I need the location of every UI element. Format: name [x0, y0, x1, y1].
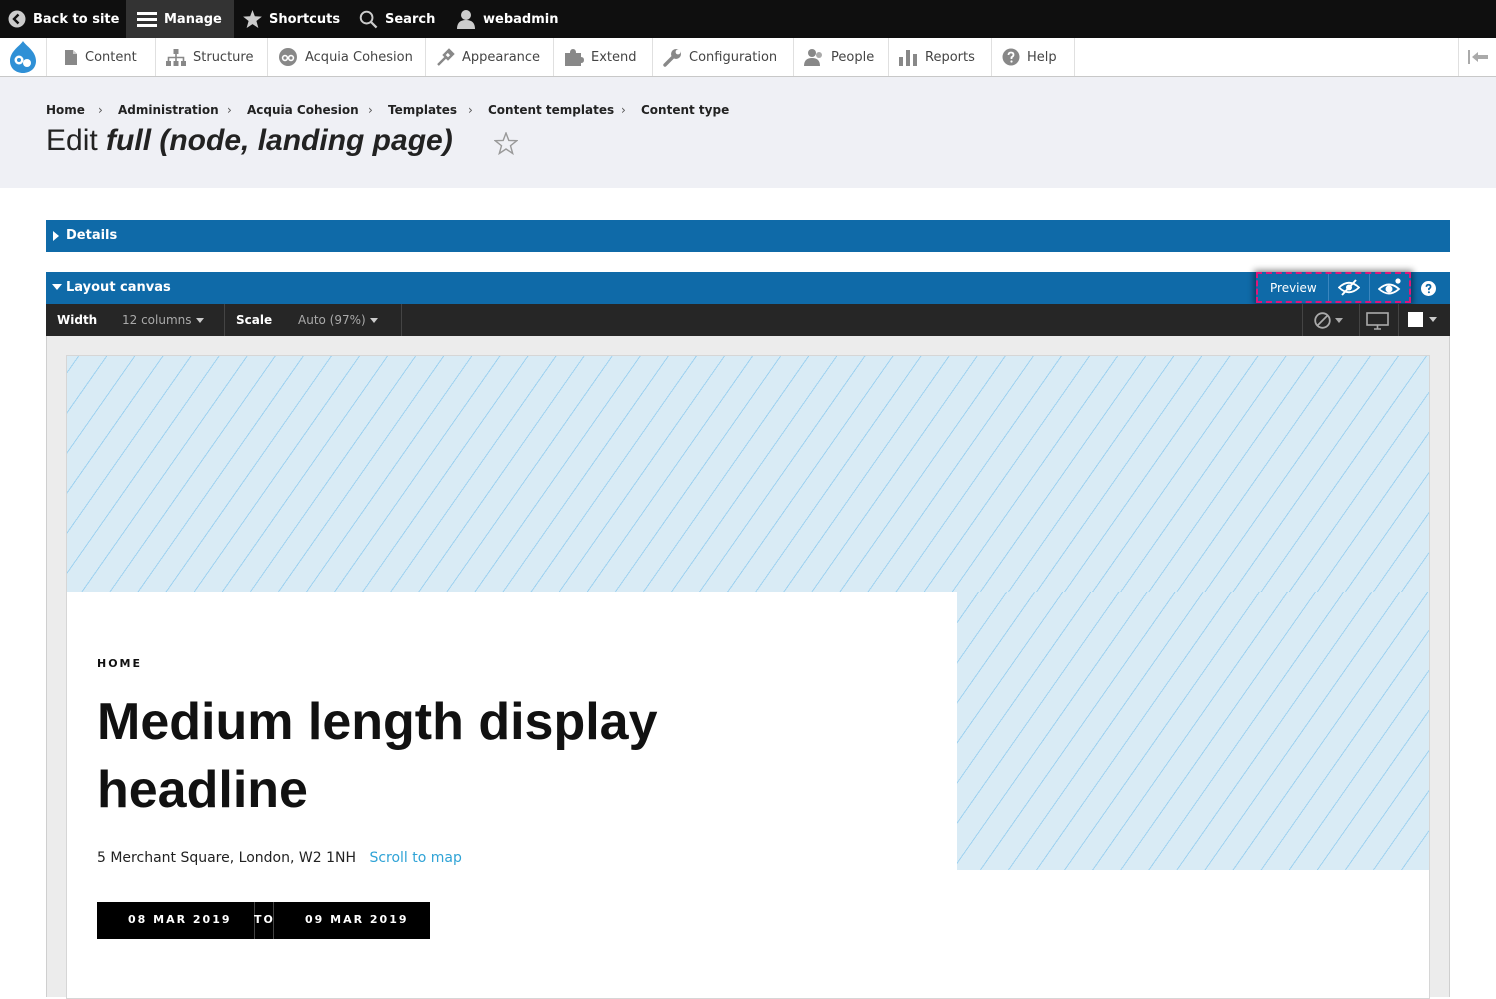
divider: [1359, 304, 1360, 336]
scale-select[interactable]: Auto (97%): [298, 313, 378, 327]
divider: [1369, 274, 1370, 301]
help-icon[interactable]: [1421, 281, 1436, 296]
tray-item-people[interactable]: People: [794, 38, 889, 76]
tray-item-reports[interactable]: Reports: [889, 38, 992, 76]
address-text: 5 Merchant Square, London, W2 1NH: [97, 850, 356, 866]
width-label: Width: [57, 313, 98, 327]
paintbrush-icon: [437, 47, 455, 66]
caret-down-icon: [195, 317, 204, 323]
scale-label: Scale: [236, 313, 273, 327]
breadcrumb-templates[interactable]: Templates: [388, 103, 457, 117]
display-headline: Medium length display headline: [97, 693, 658, 819]
color-swatch: [1408, 312, 1423, 327]
breadcrumb-content-type[interactable]: Content type: [641, 103, 729, 117]
bar-chart-icon: [899, 49, 917, 66]
caret-down-icon: [369, 317, 378, 323]
caret-down-icon: [1429, 317, 1437, 322]
divider: [1328, 274, 1329, 301]
tray-item-acquia-cohesion[interactable]: Acquia Cohesion: [268, 38, 426, 76]
page-title: Edit full (node, landing page): [46, 124, 453, 157]
home-logo-link[interactable]: [0, 38, 47, 76]
canvas-preview: HOME Medium length display headline 5 Me…: [66, 355, 1430, 999]
width-select[interactable]: 12 columns: [122, 313, 204, 327]
tray-item-configuration[interactable]: Configuration: [653, 38, 794, 76]
file-icon: [65, 49, 77, 65]
hero-content-panel: HOME Medium length display headline 5 Me…: [67, 592, 957, 870]
manage-tab[interactable]: Manage: [126, 0, 234, 38]
breadcrumb-separator: ›: [468, 103, 473, 117]
hero-image-area: [957, 592, 1429, 870]
no-background-select[interactable]: [1314, 312, 1343, 329]
divider: [1398, 304, 1399, 336]
tray-item-content[interactable]: Content: [54, 38, 156, 76]
tray-item-structure[interactable]: Structure: [156, 38, 268, 76]
search-tab[interactable]: Search: [359, 0, 435, 38]
admin-tray: Content Structure Acquia Cohesion Appear…: [0, 38, 1496, 77]
help-icon: [1002, 48, 1020, 66]
breadcrumb-separator: ›: [368, 103, 373, 117]
color-select[interactable]: [1408, 312, 1437, 327]
cohesion-icon: [279, 48, 297, 66]
hamburger-icon: [137, 12, 157, 27]
end-date: 09 MAR 2019: [305, 913, 409, 926]
date-to-label: TO: [254, 913, 275, 926]
admin-toolbar: Back to site Manage Shortcuts Search web…: [0, 0, 1496, 38]
tray-item-extend[interactable]: Extend: [554, 38, 653, 76]
hero-background-image: [67, 356, 1429, 592]
ban-icon: [1314, 312, 1331, 329]
search-icon: [359, 10, 378, 28]
preview-controls: Preview: [1256, 272, 1411, 303]
preview-label: Preview: [1270, 281, 1317, 295]
layout-canvas-summary[interactable]: Layout canvas: [46, 272, 1450, 304]
breadcrumb-home[interactable]: Home: [46, 103, 85, 117]
star-outline-icon[interactable]: [494, 132, 518, 155]
user-icon: [457, 10, 475, 29]
caret-down-icon: [52, 284, 62, 290]
desktop-icon[interactable]: [1366, 312, 1389, 330]
scroll-to-map-link[interactable]: Scroll to map: [369, 850, 461, 866]
breadcrumb-acquia-cohesion[interactable]: Acquia Cohesion: [247, 103, 359, 117]
address-line: 5 Merchant Square, London, W2 1NH Scroll…: [97, 850, 462, 866]
canvas-toolbar: Width 12 columns Scale Auto (97%): [46, 304, 1450, 336]
divider: [224, 304, 225, 336]
sitemap-icon: [166, 48, 186, 66]
breadcrumb-content-templates[interactable]: Content templates: [488, 103, 614, 117]
eye-slash-icon[interactable]: [1338, 279, 1360, 296]
breadcrumb-separator: ›: [98, 103, 103, 117]
divider: [1302, 304, 1303, 336]
back-to-site-link[interactable]: Back to site: [8, 0, 119, 38]
orientation-toggle-button[interactable]: [1458, 38, 1496, 76]
people-icon: [804, 49, 822, 66]
divider: [401, 304, 402, 336]
wrench-icon: [663, 48, 681, 67]
details-summary[interactable]: Details: [46, 220, 1450, 252]
date-range: 08 MAR 2019 TO 09 MAR 2019: [97, 902, 430, 939]
collapse-left-icon: [1467, 50, 1488, 64]
divider: [273, 902, 274, 939]
drupal-logo-icon: [10, 41, 36, 73]
eye-preview-icon[interactable]: [1378, 278, 1402, 297]
shortcuts-tab[interactable]: Shortcuts: [243, 0, 340, 38]
breadcrumb-administration[interactable]: Administration: [118, 103, 219, 117]
tray-item-help[interactable]: Help: [992, 38, 1075, 76]
start-date: 08 MAR 2019: [128, 913, 232, 926]
caret-down-icon: [1335, 318, 1343, 323]
tray-item-appearance[interactable]: Appearance: [426, 38, 554, 76]
caret-right-icon: [53, 231, 59, 241]
puzzle-icon: [565, 49, 584, 66]
breadcrumb-separator: ›: [227, 103, 232, 117]
breadcrumb-separator: ›: [621, 103, 626, 117]
star-icon: [243, 10, 262, 28]
eyebrow-label: HOME: [97, 657, 143, 670]
user-tab[interactable]: webadmin: [456, 0, 558, 38]
back-arrow-icon: [8, 10, 26, 28]
